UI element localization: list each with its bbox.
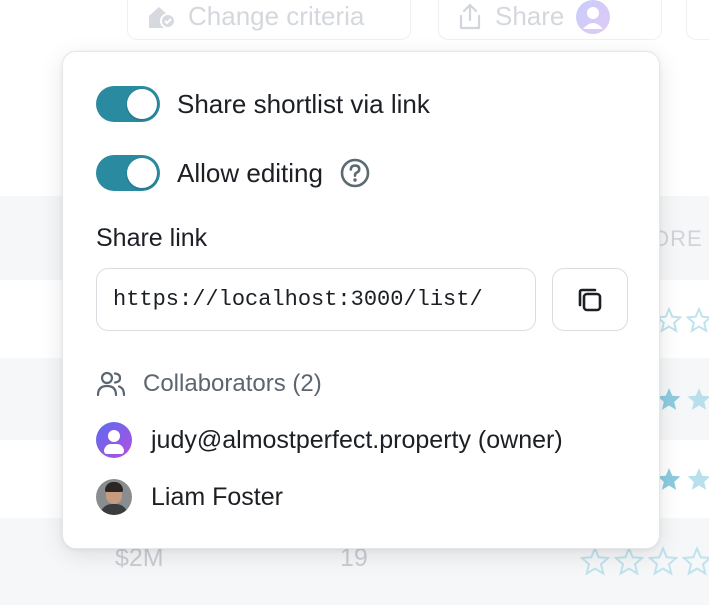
share-link-input[interactable] (96, 268, 536, 331)
share-via-link-row: Share shortlist via link (96, 86, 430, 122)
allow-editing-row: Allow editing (96, 155, 371, 191)
collaborators-label: Collaborators (2) (143, 370, 322, 397)
collaborator-name: judy@almostperfect.property (owner) (151, 425, 563, 454)
star-icon (580, 546, 610, 576)
star-icon (648, 546, 678, 576)
rating-stars (656, 386, 709, 412)
share-upload-icon (459, 3, 481, 29)
star-icon (614, 546, 644, 576)
collaborator-item: Liam Foster (96, 479, 283, 515)
home-settings-icon (149, 6, 176, 29)
share-label: Share (495, 1, 565, 31)
collaborator-name: Liam Foster (151, 482, 283, 511)
user-avatar-icon (576, 0, 611, 34)
change-criteria-label: Change criteria (188, 1, 365, 31)
star-icon (686, 307, 709, 333)
toggle-knob (127, 158, 157, 188)
collaborator-item: judy@almostperfect.property (owner) (96, 422, 563, 458)
rating-stars (656, 466, 709, 492)
star-filled-icon (687, 388, 709, 410)
allow-editing-label: Allow editing (177, 157, 323, 188)
toggle-knob (127, 89, 157, 119)
rating-stars (580, 546, 709, 576)
change-criteria-button[interactable]: Change criteria (127, 0, 411, 40)
star-filled-icon (687, 468, 709, 490)
share-via-link-label: Share shortlist via link (177, 88, 430, 119)
share-via-link-toggle[interactable] (96, 86, 160, 122)
avatar (96, 479, 132, 515)
share-button[interactable]: Share (438, 0, 662, 40)
share-popover: Share shortlist via link Allow editing S… (62, 51, 660, 549)
copy-link-button[interactable] (552, 268, 628, 331)
more-button[interactable] (686, 0, 709, 40)
collaborators-header: Collaborators (2) (96, 369, 322, 399)
users-icon (96, 371, 126, 397)
star-icon (682, 546, 709, 576)
user-avatar-icon (96, 422, 132, 458)
help-icon[interactable] (339, 157, 371, 189)
copy-icon (578, 288, 602, 311)
allow-editing-toggle[interactable] (96, 155, 160, 191)
share-link-label: Share link (96, 224, 208, 252)
rating-stars (656, 307, 709, 333)
